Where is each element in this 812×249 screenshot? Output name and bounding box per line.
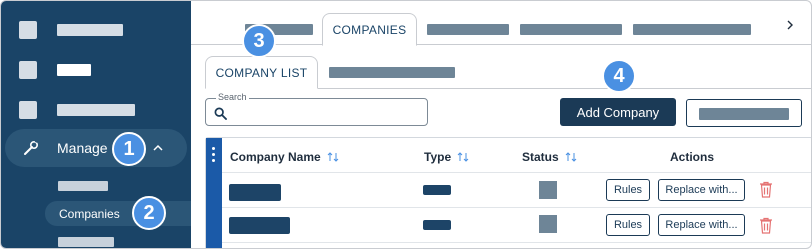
sidebar-item-1[interactable]	[19, 21, 123, 39]
tab-companies[interactable]: COMPANIES	[322, 13, 417, 46]
sidebar-subitem-label: Companies	[59, 206, 120, 221]
tab-placeholder[interactable]	[427, 24, 509, 35]
type-placeholder	[423, 220, 451, 230]
nav-icon	[19, 101, 37, 119]
trash-icon[interactable]	[759, 181, 773, 198]
status-indicator	[539, 215, 557, 233]
company-name-placeholder[interactable]	[229, 217, 290, 234]
wrench-icon	[24, 139, 39, 155]
column-header-status[interactable]: Status	[522, 150, 577, 164]
sidebar-item-label: Manage	[57, 140, 108, 156]
sidebar-item-label-placeholder	[57, 104, 135, 116]
step-badge-4: 4	[602, 59, 636, 93]
column-header-company-name[interactable]: Company Name	[230, 150, 339, 164]
top-tab-bar: COMPANIES	[191, 1, 811, 46]
tab-placeholder[interactable]	[633, 24, 751, 35]
subtab-placeholder[interactable]	[329, 67, 455, 78]
secondary-action-button[interactable]	[686, 99, 802, 127]
sidebar-item-label-placeholder	[57, 64, 91, 76]
nav-icon	[19, 21, 37, 39]
trash-icon[interactable]	[759, 217, 773, 234]
replace-with-button[interactable]: Replace with...	[658, 179, 745, 201]
tab-label: COMPANIES	[332, 22, 407, 37]
company-name-placeholder[interactable]	[229, 184, 281, 201]
subtab-company-list[interactable]: COMPANY LIST	[205, 56, 318, 89]
add-company-button[interactable]: Add Company	[560, 98, 676, 126]
row-divider	[222, 207, 811, 208]
column-header-label: Status	[522, 150, 559, 164]
chevron-up-icon[interactable]	[151, 141, 165, 155]
column-header-type[interactable]: Type	[424, 150, 469, 164]
companies-table: Company Name Type Status Actions Rules R…	[205, 137, 811, 248]
app-window: Manage Companies COMPANIES COMPANY LIST	[0, 0, 812, 249]
nav-icon	[19, 61, 37, 79]
sort-icon[interactable]	[327, 152, 339, 162]
search-label: Search	[216, 92, 249, 102]
rules-button[interactable]: Rules	[606, 179, 650, 201]
sidebar-item-manage[interactable]: Manage	[5, 129, 187, 167]
sort-icon[interactable]	[457, 152, 469, 162]
column-header-label: Type	[424, 150, 452, 164]
sort-icon[interactable]	[565, 152, 577, 162]
button-label-placeholder	[699, 108, 789, 120]
subtab-label: COMPANY LIST	[215, 65, 308, 80]
sidebar-item-2[interactable]	[19, 61, 91, 79]
row-divider	[222, 242, 811, 243]
row-divider	[222, 172, 811, 173]
step-badge-2: 2	[132, 196, 166, 230]
step-badge-3: 3	[242, 24, 276, 58]
chevron-right-icon[interactable]	[785, 19, 795, 31]
sidebar-subitem-companies[interactable]: Companies	[45, 201, 191, 226]
sidebar-item-3[interactable]	[19, 101, 135, 119]
status-indicator	[539, 181, 557, 199]
search-icon	[214, 107, 227, 120]
tab-placeholder[interactable]	[520, 24, 622, 35]
search-input[interactable]	[205, 98, 428, 126]
column-header-label: Actions	[670, 150, 715, 164]
replace-with-button[interactable]: Replace with...	[658, 214, 745, 236]
step-badge-1: 1	[112, 132, 146, 166]
sidebar-subitem-placeholder[interactable]	[58, 181, 108, 191]
type-placeholder	[423, 185, 451, 195]
rules-button[interactable]: Rules	[606, 214, 650, 236]
column-header-label: Company Name	[230, 150, 321, 164]
drag-handle-icon[interactable]	[206, 138, 222, 248]
sidebar-subitem-placeholder[interactable]	[58, 237, 114, 247]
sidebar-item-label-placeholder	[57, 24, 123, 36]
column-header-actions: Actions	[670, 150, 714, 164]
